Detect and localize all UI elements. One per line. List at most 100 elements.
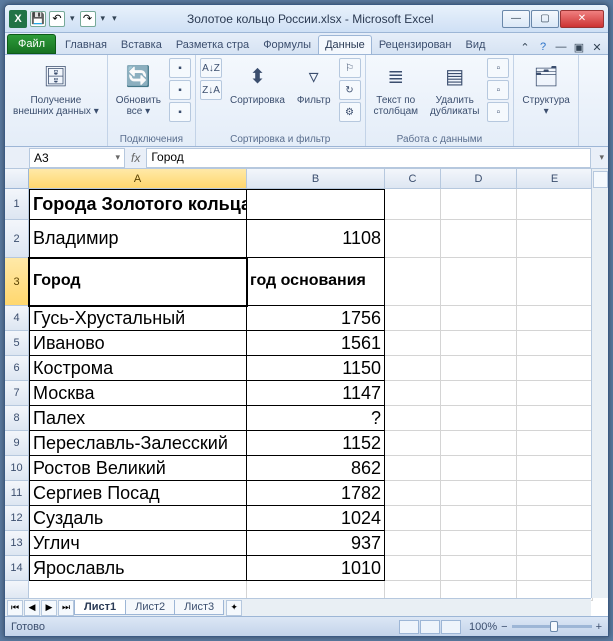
- cell-C12[interactable]: [385, 506, 441, 531]
- normal-view-button[interactable]: [399, 620, 419, 634]
- col-header-D[interactable]: D: [441, 169, 517, 189]
- name-box-dropdown-icon[interactable]: ▾: [115, 152, 120, 163]
- vertical-scrollbar[interactable]: [591, 169, 608, 598]
- undo-dropdown-icon[interactable]: ▾: [68, 13, 77, 24]
- cell-B2[interactable]: 1108: [247, 220, 385, 258]
- cell-B4[interactable]: 1756: [247, 306, 385, 331]
- cell-A9[interactable]: Переславль-Залесский: [29, 431, 247, 456]
- sheet-tab-0[interactable]: Лист1: [74, 600, 126, 615]
- refresh-button[interactable]: 🔄Обновитьвсе ▾: [112, 58, 165, 120]
- undo-icon[interactable]: ↶: [49, 11, 65, 27]
- filter-opt-1[interactable]: ↻: [339, 80, 361, 100]
- ribbon-tab-1[interactable]: Вставка: [114, 35, 169, 54]
- row-header-1[interactable]: 1: [5, 189, 29, 220]
- doc-restore-icon[interactable]: ▣: [572, 40, 586, 54]
- tab-nav-prev-icon[interactable]: ◀: [24, 600, 40, 616]
- ribbon-tab-5[interactable]: Рецензирован: [372, 35, 459, 54]
- row-header-2[interactable]: 2: [5, 220, 29, 258]
- sheet-tab-2[interactable]: Лист3: [174, 600, 224, 615]
- row-header-13[interactable]: 13: [5, 531, 29, 556]
- cell-B11[interactable]: 1782: [247, 481, 385, 506]
- row-header-4[interactable]: 4: [5, 306, 29, 331]
- data-opt-0[interactable]: ▫: [487, 58, 509, 78]
- ribbon-tab-3[interactable]: Формулы: [256, 35, 318, 54]
- page-layout-view-button[interactable]: [420, 620, 440, 634]
- cell-B10[interactable]: 862: [247, 456, 385, 481]
- col-header-B[interactable]: B: [247, 169, 385, 189]
- cell-D12[interactable]: [441, 506, 517, 531]
- zoom-out-button[interactable]: −: [501, 621, 507, 633]
- cell-B14[interactable]: 1010: [247, 556, 385, 581]
- cell-E3[interactable]: [517, 258, 593, 306]
- cell-A13[interactable]: Углич: [29, 531, 247, 556]
- save-icon[interactable]: 💾: [30, 11, 46, 27]
- cell-D13[interactable]: [441, 531, 517, 556]
- cell-C9[interactable]: [385, 431, 441, 456]
- file-tab[interactable]: Файл: [7, 34, 56, 54]
- conn-opt-0[interactable]: ▪: [169, 58, 191, 78]
- cell-A1[interactable]: Города Золотого кольца Poccии: [29, 189, 247, 220]
- cell-B7[interactable]: 1147: [247, 381, 385, 406]
- cell-D2[interactable]: [441, 220, 517, 258]
- ribbon-tab-6[interactable]: Вид: [459, 35, 493, 54]
- sort-za-button[interactable]: Z↓A: [200, 80, 222, 100]
- row-header-8[interactable]: 8: [5, 406, 29, 431]
- cell-C13[interactable]: [385, 531, 441, 556]
- filter-opt-0[interactable]: ⚐: [339, 58, 361, 78]
- name-box[interactable]: A3 ▾: [29, 148, 125, 168]
- ribbon-tab-4[interactable]: Данные: [318, 35, 372, 54]
- cell-D5[interactable]: [441, 331, 517, 356]
- cell-C8[interactable]: [385, 406, 441, 431]
- cell-C7[interactable]: [385, 381, 441, 406]
- close-button[interactable]: ✕: [560, 10, 604, 28]
- select-all-corner[interactable]: [5, 169, 29, 189]
- cell-D8[interactable]: [441, 406, 517, 431]
- sort-az-button[interactable]: A↓Z: [200, 58, 222, 78]
- row-header-12[interactable]: 12: [5, 506, 29, 531]
- minimize-ribbon-icon[interactable]: ⌃: [518, 40, 532, 54]
- row-header-3[interactable]: 3: [5, 258, 29, 306]
- cell-A4[interactable]: Гусь-Хрустальный: [29, 306, 247, 331]
- txtcol-button[interactable]: ≣Текст постолбцам: [370, 58, 423, 120]
- redo-dropdown-icon[interactable]: ▾: [99, 13, 108, 24]
- tab-nav-last-icon[interactable]: ⏭: [58, 600, 74, 616]
- cell-E2[interactable]: [517, 220, 593, 258]
- formula-bar[interactable]: Город: [146, 148, 591, 168]
- expand-formula-icon[interactable]: ▾: [595, 152, 608, 163]
- row-header-11[interactable]: 11: [5, 481, 29, 506]
- zoom-level[interactable]: 100%: [469, 621, 497, 633]
- data-opt-2[interactable]: ▫: [487, 102, 509, 122]
- cell-D9[interactable]: [441, 431, 517, 456]
- cell-B12[interactable]: 1024: [247, 506, 385, 531]
- zoom-slider[interactable]: [512, 625, 592, 628]
- cell-D6[interactable]: [441, 356, 517, 381]
- cell-E4[interactable]: [517, 306, 593, 331]
- row-header-14[interactable]: 14: [5, 556, 29, 581]
- filter-button[interactable]: ▿Фильтр: [293, 58, 335, 109]
- cell-C4[interactable]: [385, 306, 441, 331]
- ribbon-tab-0[interactable]: Главная: [58, 35, 114, 54]
- cell-C6[interactable]: [385, 356, 441, 381]
- minimize-button[interactable]: —: [502, 10, 530, 28]
- cell-E5[interactable]: [517, 331, 593, 356]
- tab-nav-next-icon[interactable]: ▶: [41, 600, 57, 616]
- cell-E10[interactable]: [517, 456, 593, 481]
- cell-A7[interactable]: Москва: [29, 381, 247, 406]
- row-header-5[interactable]: 5: [5, 331, 29, 356]
- cell-D4[interactable]: [441, 306, 517, 331]
- cell-E9[interactable]: [517, 431, 593, 456]
- cell-D11[interactable]: [441, 481, 517, 506]
- cell-A3[interactable]: Город: [29, 258, 247, 306]
- filter-opt-2[interactable]: ⚙: [339, 102, 361, 122]
- cell-B8[interactable]: ?: [247, 406, 385, 431]
- doc-close-icon[interactable]: ✕: [590, 40, 604, 54]
- cell-C5[interactable]: [385, 331, 441, 356]
- qat-customize-icon[interactable]: ▾: [110, 13, 119, 24]
- cell-D10[interactable]: [441, 456, 517, 481]
- cell-A12[interactable]: Суздаль: [29, 506, 247, 531]
- cell-A2[interactable]: Владимир: [29, 220, 247, 258]
- cell-B6[interactable]: 1150: [247, 356, 385, 381]
- doc-minimize-icon[interactable]: —: [554, 40, 568, 54]
- redo-icon[interactable]: ↷: [80, 11, 96, 27]
- row-header-6[interactable]: 6: [5, 356, 29, 381]
